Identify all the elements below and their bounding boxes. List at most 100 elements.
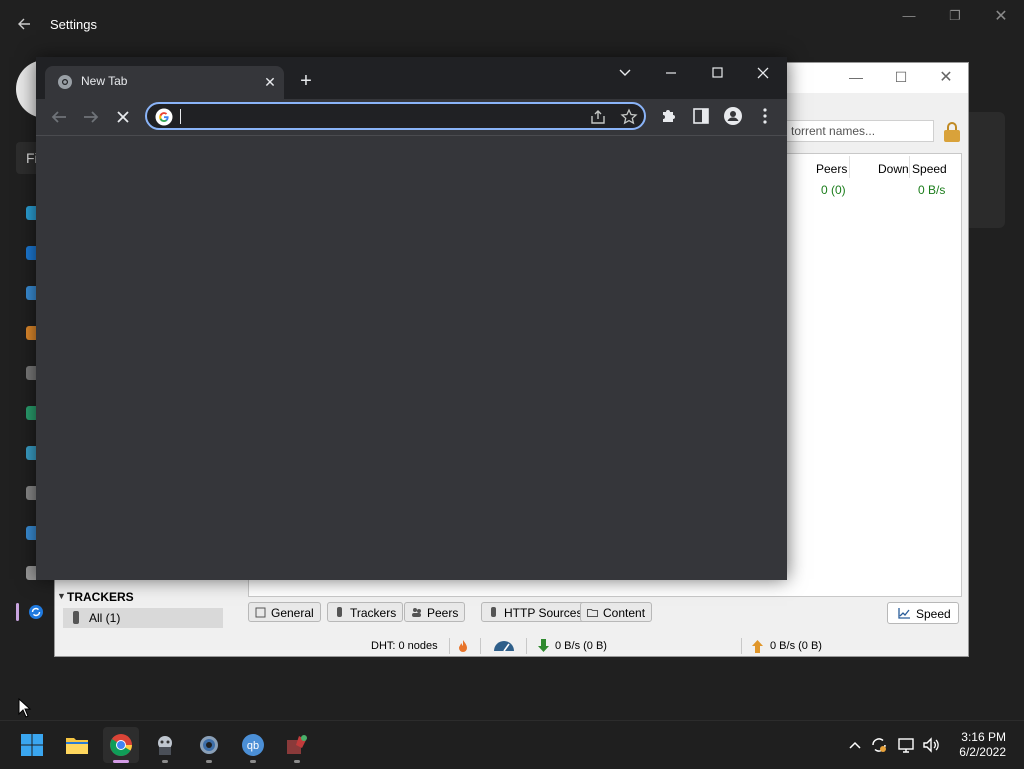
chrome-icon <box>110 734 132 756</box>
tab-peers-label: Peers <box>427 606 459 620</box>
firewall-flame-icon[interactable] <box>457 639 469 653</box>
mouse-cursor-icon <box>18 698 32 718</box>
download-speed-status: 0 B/s (0 B) <box>555 640 607 652</box>
chrome-window: New Tab ✕ + <box>36 57 787 580</box>
active-app-indicator <box>113 760 129 763</box>
maximize-icon[interactable] <box>702 63 732 83</box>
minimize-icon[interactable]: — <box>897 8 921 26</box>
settings-title: Settings <box>50 17 97 32</box>
tab-general[interactable]: General <box>248 602 321 622</box>
tab-trackers[interactable]: Trackers <box>327 602 404 622</box>
dht-status: DHT: 0 nodes <box>371 640 438 652</box>
folder-icon <box>587 609 598 617</box>
tab-strip: New Tab ✕ + <box>36 57 787 99</box>
tab-title: New Tab <box>81 74 128 88</box>
show-hidden-icons-chevron[interactable] <box>845 735 865 755</box>
tab-general-label: General <box>271 606 314 620</box>
collapse-arrow-icon[interactable]: ▼ <box>57 591 66 601</box>
upload-speed-status: 0 B/s (0 B) <box>770 640 822 652</box>
ruby-installer-taskbar-button[interactable] <box>279 727 315 763</box>
trackers-heading: TRACKERS <box>67 590 134 604</box>
speed-button-label: Speed <box>916 607 951 621</box>
tab-content[interactable]: Content <box>580 602 653 622</box>
app-icon <box>158 736 172 755</box>
network-icon[interactable] <box>897 735 917 755</box>
general-icon <box>255 607 266 618</box>
windows-update-icon[interactable] <box>28 604 44 620</box>
browser-toolbar <box>36 99 787 135</box>
speed-button[interactable]: Speed <box>887 602 959 624</box>
extensions-puzzle-icon[interactable] <box>659 106 679 126</box>
browser-tab[interactable]: New Tab ✕ <box>45 66 284 99</box>
tab-close-icon[interactable]: ✕ <box>261 73 279 91</box>
column-header-peers[interactable]: Peers <box>816 162 847 176</box>
chrome-taskbar-button[interactable] <box>103 727 139 763</box>
download-arrow-icon <box>538 639 549 652</box>
new-tab-favicon-icon <box>58 75 72 89</box>
column-header-down-speed[interactable]: Down Speed <box>878 162 947 176</box>
system-clock[interactable]: 3:16 PM 6/2/2022 <box>959 730 1006 760</box>
profile-icon[interactable] <box>723 106 743 126</box>
text-caret <box>180 109 181 124</box>
content-panel <box>965 112 1005 228</box>
lock-icon[interactable] <box>941 121 963 143</box>
tracker-filter-all[interactable]: All (1) <box>63 608 223 628</box>
start-icon <box>21 734 43 756</box>
address-bar[interactable] <box>145 102 646 130</box>
bookmark-star-icon[interactable] <box>620 108 638 126</box>
back-icon[interactable] <box>47 105 71 129</box>
qbittorrent-taskbar-button[interactable]: qb <box>235 727 271 763</box>
address-input[interactable] <box>179 106 563 128</box>
qbt-close-icon[interactable]: ✕ <box>931 67 961 86</box>
forward-icon[interactable] <box>79 105 103 129</box>
back-arrow-icon[interactable] <box>16 16 32 32</box>
tab-content-label: Content <box>603 606 646 620</box>
sync-icon[interactable] <box>869 735 889 755</box>
chart-icon <box>898 608 910 619</box>
tab-search-chevron-icon[interactable] <box>610 63 640 83</box>
minimize-icon[interactable] <box>656 63 686 83</box>
trackers-icon <box>337 607 342 617</box>
restore-icon[interactable]: ❐ <box>943 8 967 26</box>
running-app-indicator <box>206 760 212 763</box>
settings-gear-icon <box>200 736 218 754</box>
running-app-indicator <box>250 760 256 763</box>
peers-icon <box>412 608 421 617</box>
status-separator <box>741 638 742 654</box>
qbt-minimize-icon[interactable]: — <box>841 69 871 87</box>
file-explorer-button[interactable] <box>59 727 95 763</box>
file-explorer-icon <box>66 738 88 754</box>
tracker-filter-label: All (1) <box>89 611 121 625</box>
stop-loading-icon[interactable] <box>111 105 135 129</box>
close-icon[interactable]: ✕ <box>989 6 1013 25</box>
status-separator <box>526 638 527 654</box>
taskbar: qb 3:16 PM 6/2/2022 <box>0 720 1024 769</box>
tracker-icon <box>73 611 79 624</box>
tab-http-sources[interactable]: HTTP Sources <box>481 602 590 622</box>
clock-time: 3:16 PM <box>961 730 1006 744</box>
ruby-installer-icon <box>287 735 307 754</box>
page-content[interactable] <box>36 135 787 580</box>
speed-limit-icon[interactable] <box>492 639 516 653</box>
trackers-panel: ▼ TRACKERS All (1) <box>57 585 225 629</box>
more-menu-icon[interactable] <box>755 106 775 126</box>
qbittorrent-icon: qb <box>242 734 264 756</box>
status-separator <box>480 638 481 654</box>
volume-icon[interactable] <box>921 735 941 755</box>
http-sources-icon <box>491 607 496 617</box>
tab-peers[interactable]: Peers <box>404 602 466 622</box>
app-taskbar-button[interactable] <box>147 727 183 763</box>
column-separator <box>849 156 850 178</box>
settings-taskbar-button[interactable] <box>191 727 227 763</box>
side-panel-icon[interactable] <box>691 106 711 126</box>
tab-trackers-label: Trackers <box>350 606 397 620</box>
close-icon[interactable] <box>748 63 778 83</box>
share-icon[interactable] <box>589 108 607 126</box>
start-button[interactable] <box>14 727 50 763</box>
peers-cell: 0 (0) <box>821 183 846 197</box>
running-app-indicator <box>162 760 168 763</box>
torrent-filter-input[interactable]: torrent names... <box>786 120 934 142</box>
clock-date: 6/2/2022 <box>959 745 1006 759</box>
new-tab-button[interactable]: + <box>294 70 318 94</box>
qbt-maximize-icon[interactable]: ☐ <box>886 69 916 87</box>
